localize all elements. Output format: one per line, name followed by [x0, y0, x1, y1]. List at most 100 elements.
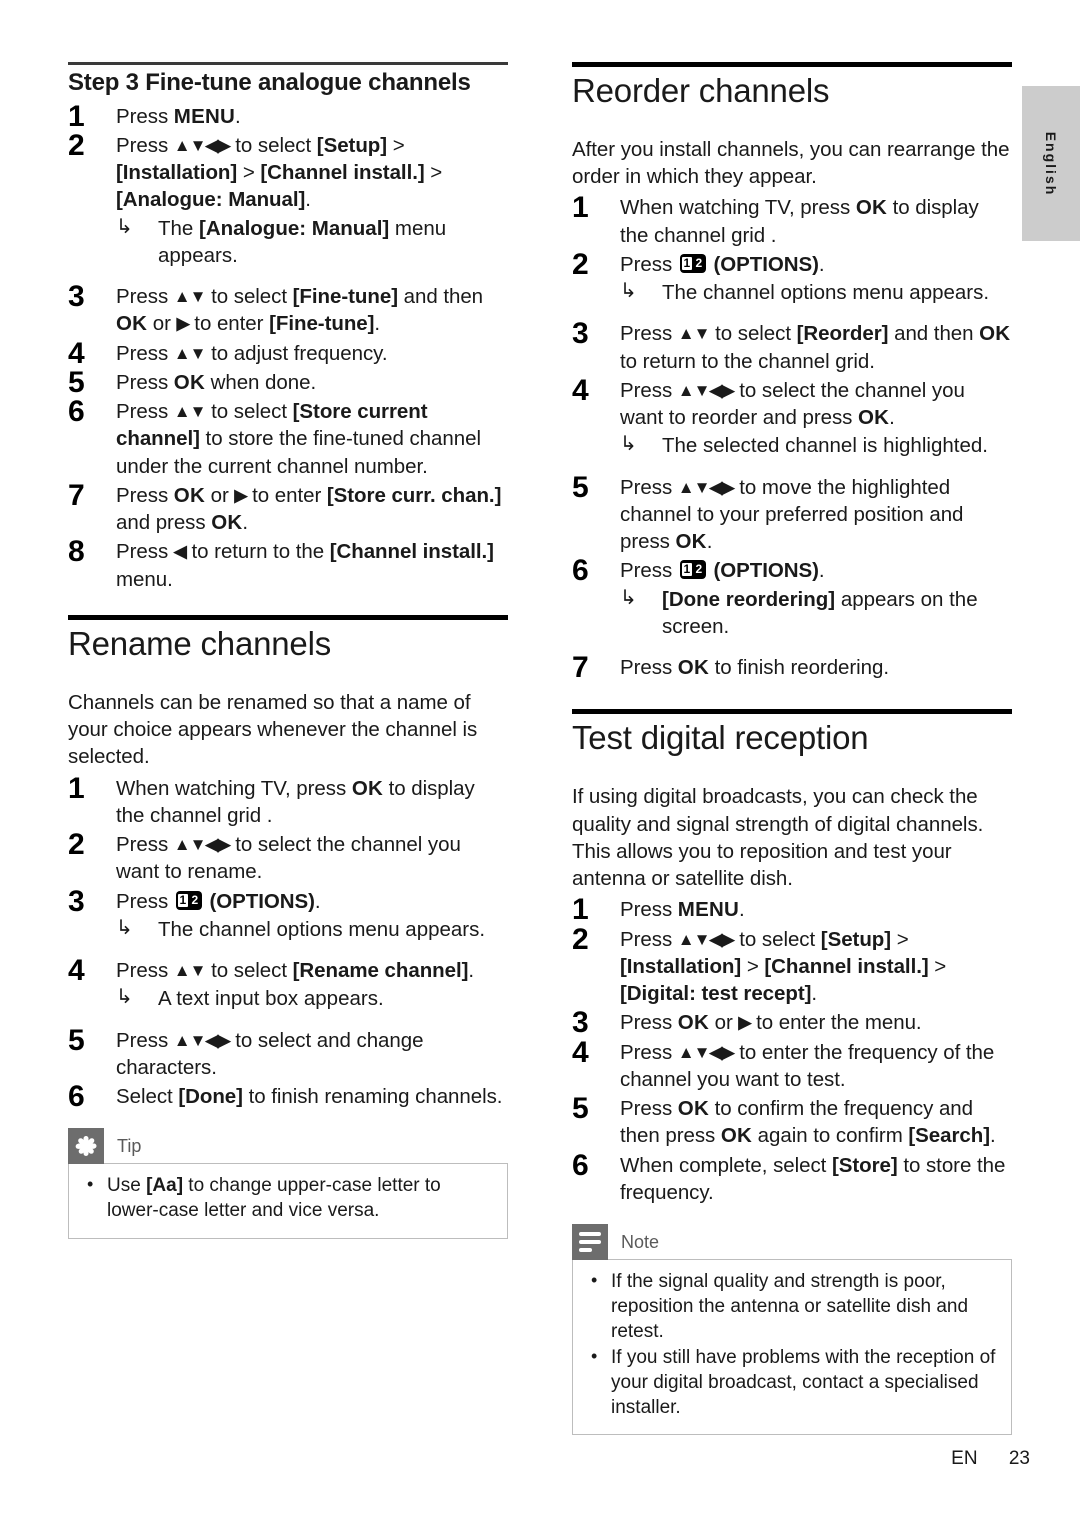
section-step3: Step 3 Fine-tune analogue channels 1 Pres…	[68, 62, 508, 593]
manual-page: English Step 3 Fine-tune analogue channe…	[0, 0, 1080, 1527]
step-number: 7	[68, 478, 85, 512]
step-text: Press 12 (OPTIONS).	[620, 559, 825, 583]
step-text: Press ▲▼◀▶ to move the highlighted chann…	[620, 475, 964, 554]
reorder-title: Reorder channels	[572, 72, 830, 109]
step-item: 6 When complete, select [Store] to store …	[572, 1149, 1012, 1207]
step-text: Press ▲▼ to adjust frequency.	[116, 341, 388, 365]
rename-intro: Channels can be renamed so that a name o…	[68, 690, 478, 769]
step-text: When watching TV, press OK to display th…	[116, 776, 475, 827]
rename-steps: 1 When watching TV, press OK to display t…	[68, 772, 508, 1114]
reorder-steps: 1 When watching TV, press OK to display t…	[572, 191, 1012, 684]
result-text: [Done reordering] appears on the screen.	[662, 587, 978, 638]
step-item: 1 Press MENU.	[68, 100, 508, 133]
note-callout-body: If the signal quality and strength is po…	[572, 1259, 1012, 1436]
step-item: 5 Press OK when done.	[68, 366, 508, 399]
section-rename-channels: Rename channels Channels can be renamed …	[68, 614, 508, 1239]
callout-list-item: If the signal quality and strength is po…	[587, 1269, 997, 1344]
footer-page-number: 23	[1008, 1448, 1030, 1469]
step-number: 5	[68, 1023, 85, 1057]
step-number: 3	[68, 884, 85, 918]
step-text: Select [Done] to finish renaming channel…	[116, 1085, 503, 1109]
step-item: 4 Press ▲▼◀▶ to enter the frequency of th…	[572, 1036, 1012, 1094]
rename-title: Rename channels	[68, 624, 331, 662]
step-item: 1 When watching TV, press OK to display t…	[572, 191, 1012, 249]
step-number: 6	[68, 395, 85, 429]
result-arrow-icon: ↳	[620, 433, 637, 456]
step-text: Press ▲▼ to select [Reorder] and then OK…	[620, 322, 1011, 373]
step-number: 5	[572, 470, 589, 504]
result-arrow-icon: ↳	[116, 986, 133, 1009]
step-text: Press ▲▼◀▶ to select [Setup] > [Installa…	[116, 133, 443, 212]
note-list: If the signal quality and strength is po…	[587, 1269, 997, 1420]
tip-icon	[68, 1128, 104, 1165]
section-rule	[572, 62, 1012, 67]
step-number: 2	[572, 922, 589, 956]
step-text: Press ▲▼ to select [Store current channe…	[116, 400, 481, 478]
step-text: Press MENU.	[620, 898, 745, 922]
step-item: 6 Select [Done] to finish renaming channe…	[68, 1080, 508, 1113]
step-number: 3	[572, 317, 589, 351]
step-text: Press MENU.	[116, 104, 241, 128]
step-item: 5 Press OK to confirm the frequency and t…	[572, 1092, 1012, 1150]
step-item: 5 Press ▲▼◀▶ to select and change charact…	[68, 1024, 508, 1082]
step-text: Press ▲▼ to select [Fine-tune] and then …	[116, 285, 484, 336]
result-arrow-icon: ↳	[116, 916, 133, 939]
language-tab-label: English	[1043, 131, 1059, 196]
result-text: The [Analogue: Manual] menu appears.	[158, 216, 447, 267]
step-number: 6	[572, 554, 589, 588]
test-digital-intro: If using digital broadcasts, you can che…	[572, 785, 984, 891]
step-number: 1	[572, 191, 589, 225]
step-text: Press ◀ to return to the [Channel instal…	[116, 540, 494, 591]
step-text: Press ▲▼◀▶ to select the channel you wan…	[116, 833, 461, 884]
step-text: Press OK or ▶ to enter the menu.	[620, 1011, 922, 1035]
section-rule	[68, 62, 508, 65]
result-text: The channel options menu appears.	[662, 281, 990, 305]
tip-list: Use [Aa] to change upper-case letter to …	[83, 1173, 493, 1223]
step-item: 1 When watching TV, press OK to display t…	[68, 772, 508, 830]
step-item: 2 Press 12 (OPTIONS). ↳ The channel options…	[572, 248, 1012, 307]
step-number: 1	[68, 771, 85, 805]
result-arrow-icon: ↳	[620, 586, 637, 609]
step-number: 7	[572, 651, 589, 685]
test-digital-title: Test digital reception	[572, 719, 869, 757]
step-item: 2 Press ▲▼◀▶ to select [Setup] > [Install…	[572, 923, 1012, 1008]
step3-title: Step 3 Fine-tune analogue channels	[68, 69, 471, 96]
step-number: 2	[68, 128, 85, 162]
step-result: ↳ A text input box appears.	[116, 985, 508, 1012]
tip-callout: Tip Use [Aa] to change upper-case letter…	[68, 1128, 508, 1239]
step-result: ↳ [Done reordering] appears on the screen…	[620, 586, 1012, 641]
step-result: ↳ The [Analogue: Manual] menu appears.	[116, 215, 508, 270]
step-item: 7 Press OK or ▶ to enter [Store curr. cha…	[68, 479, 508, 537]
step-text: Press OK to finish reordering.	[620, 656, 890, 680]
step-result: ↳ The selected channel is highlighted.	[620, 432, 1012, 459]
step-number: 6	[68, 1080, 85, 1114]
step-number: 2	[68, 828, 85, 862]
step-item: 4 Press ▲▼ to select [Rename channel]. ↳ A …	[68, 954, 508, 1013]
step-text: Press ▲▼◀▶ to select the channel you wan…	[620, 378, 965, 430]
tip-label: Tip	[117, 1135, 142, 1156]
step-item: 4 Press ▲▼◀▶ to select the channel you wa…	[572, 374, 1012, 460]
step3-steps: 1 Press MENU. 2 Press ▲▼◀▶ to select [Setup…	[68, 100, 508, 593]
step-text: Press 12 (OPTIONS).	[116, 889, 321, 913]
step-text: Press ▲▼ to select [Rename channel].	[116, 959, 475, 983]
result-text: The channel options menu appears.	[158, 917, 486, 941]
step-text: Press OK when done.	[116, 370, 317, 394]
section-rule	[572, 709, 1012, 715]
step-text: Press ▲▼◀▶ to enter the frequency of the…	[620, 1040, 995, 1091]
step-text: When complete, select [Store] to store t…	[620, 1153, 1006, 1204]
tip-callout-header: Tip	[68, 1128, 508, 1165]
step-item: 2 Press ▲▼◀▶ to select [Setup] > [Install…	[68, 129, 508, 270]
step-item: 3 Press OK or ▶ to enter the menu.	[572, 1006, 1012, 1039]
step-item: 4 Press ▲▼ to adjust frequency.	[68, 337, 508, 370]
step-number: 6	[572, 1148, 589, 1182]
step-item: 5 Press ▲▼◀▶ to move the highlighted chan…	[572, 471, 1012, 556]
step-item: 6 Press ▲▼ to select [Store current chann…	[68, 395, 508, 480]
callout-list-item: Use [Aa] to change upper-case letter to …	[83, 1173, 493, 1223]
result-arrow-icon: ↳	[620, 280, 637, 303]
note-callout: Note If the signal quality and strength …	[572, 1224, 1012, 1436]
reorder-intro: After you install channels, you can rear…	[572, 137, 1010, 189]
note-icon	[572, 1224, 608, 1261]
left-column: Step 3 Fine-tune analogue channels 1 Pres…	[68, 62, 508, 1239]
result-text: A text input box appears.	[158, 987, 384, 1011]
step-number: 8	[68, 535, 85, 569]
